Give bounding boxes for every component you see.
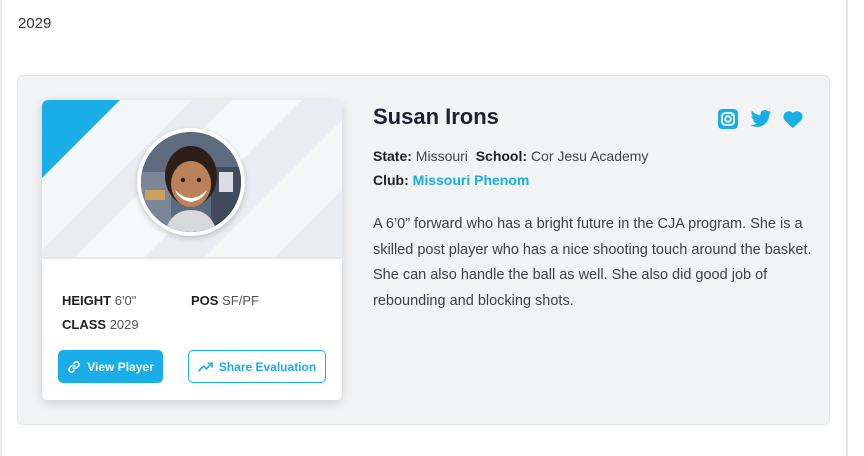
stat-position: POS SF/PF <box>191 293 259 308</box>
player-name: Susan Irons <box>373 104 499 129</box>
trend-up-icon <box>197 361 213 373</box>
share-evaluation-label: Share Evaluation <box>218 359 317 374</box>
year-heading: 2029 <box>18 15 52 32</box>
share-evaluation-button[interactable]: Share Evaluation <box>188 350 326 383</box>
heart-icon[interactable] <box>782 109 804 129</box>
player-meta-line-1: State: Missouri School: Cor Jesu Academy <box>373 148 648 164</box>
pos-value: SF/PF <box>222 293 259 308</box>
page-right-border <box>846 0 848 456</box>
player-avatar <box>137 128 245 236</box>
state-value: Missouri <box>415 148 468 164</box>
school-label: School: <box>475 148 528 164</box>
page-left-border <box>0 0 2 456</box>
player-evaluation-section: HEIGHT 6'0" POS SF/PF CLASS 2029 View Pl… <box>17 75 830 425</box>
pos-label: POS <box>191 293 219 308</box>
height-value: 6'0" <box>114 293 137 308</box>
player-card: HEIGHT 6'0" POS SF/PF CLASS 2029 View Pl… <box>42 100 342 400</box>
class-label: CLASS <box>62 317 107 332</box>
card-divider <box>42 257 342 259</box>
link-icon <box>67 360 81 374</box>
twitter-icon[interactable] <box>750 109 772 129</box>
stat-height: HEIGHT 6'0" <box>62 293 136 308</box>
school-value: Cor Jesu Academy <box>530 148 649 164</box>
stat-class: CLASS 2029 <box>62 317 139 332</box>
height-label: HEIGHT <box>62 293 112 308</box>
instagram-icon[interactable] <box>718 109 740 129</box>
club-link[interactable]: Missouri Phenom <box>413 172 530 188</box>
club-label: Club: <box>373 172 409 188</box>
view-player-label: View Player <box>87 359 154 374</box>
player-meta-line-2: Club: Missouri Phenom <box>373 172 529 188</box>
state-label: State: <box>373 148 412 164</box>
view-player-button[interactable]: View Player <box>58 350 163 383</box>
social-links <box>718 109 804 129</box>
card-banner <box>42 100 342 257</box>
player-bio: A 6’0” forward who has a bright future i… <box>373 216 812 309</box>
class-value: 2029 <box>109 317 139 332</box>
